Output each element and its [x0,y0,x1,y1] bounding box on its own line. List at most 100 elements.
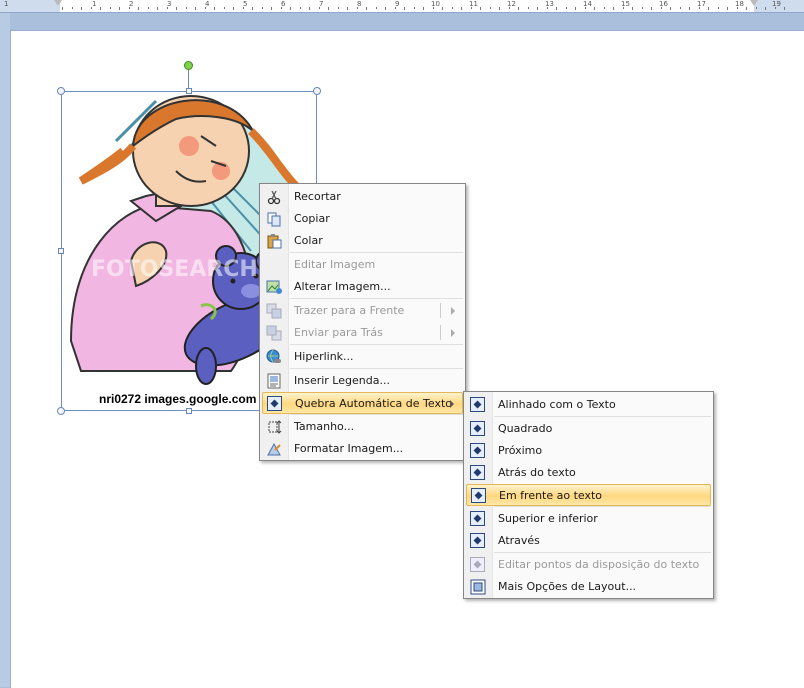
submenu-item-editar-pontos[interactable]: Editar pontos da disposição do texto [466,554,711,576]
inline-with-text-icon [470,397,485,412]
menu-item-enviar-para-tras[interactable]: Enviar para Trás [262,322,463,344]
ruler-tick [623,7,624,9]
ruler-tick [604,7,605,9]
ruler-tick [746,7,747,10]
resize-handle-top-right[interactable] [313,87,321,95]
text-wrap-icon [267,396,282,411]
ruler-tick [461,7,462,10]
menu-item-recortar[interactable]: Recortar [262,186,463,208]
submenu-item-atraves[interactable]: Através [466,530,711,552]
right-indent-marker[interactable] [750,0,758,6]
ruler-tick [537,7,538,10]
ruler-tick [214,7,215,10]
ruler-tick [205,7,206,9]
bring-to-front-icon [266,303,282,319]
paste-icon [267,234,282,249]
submenu-item-label: Atrás do texto [498,466,576,479]
ruler-tick [243,7,244,9]
ruler-tick [110,7,111,9]
tight-wrap-icon [470,443,485,458]
menu-item-editar-imagem[interactable]: Editar Imagem [262,254,463,276]
ruler-tick [281,7,282,9]
submenu-arrow-icon [451,307,455,315]
menu-item-quebra-automatica-de-texto[interactable]: Quebra Automática de Texto [262,392,463,414]
submenu-item-superior-e-inferior[interactable]: Superior e inferior [466,508,711,530]
ruler-tick [727,7,728,10]
ruler-tick [556,7,557,10]
menu-item-tamanho[interactable]: Tamanho... [262,416,463,438]
ruler-tick [509,7,510,9]
ruler-tick [300,7,301,9]
submenu-item-label: Editar pontos da disposição do texto [498,558,700,571]
ruler-tick [737,7,738,9]
square-wrap-icon [470,421,485,436]
resize-handle-bottom-left[interactable] [57,407,65,415]
menu-item-inserir-legenda[interactable]: Inserir Legenda... [262,370,463,392]
menu-item-alterar-imagem[interactable]: Alterar Imagem... [262,276,463,298]
ruler-tick [233,7,234,10]
menu-item-label: Hiperlink... [294,350,354,363]
resize-handle-bottom[interactable] [186,408,192,414]
submenu-item-em-frente-ao-texto[interactable]: Em frente ao texto [466,484,711,506]
horizontal-ruler[interactable]: 1 1 2 3 4 5 6 7 8 9 10 11 12 13 14 15 16… [0,0,804,13]
menu-item-label: Trazer para a Frente [294,304,405,317]
context-menu: Recortar Copiar Colar Editar Imagem Alte… [259,183,466,461]
in-front-of-text-icon [471,488,486,503]
menu-item-label: Formatar Imagem... [294,442,404,455]
menu-item-label: Alterar Imagem... [294,280,391,293]
menu-item-formatar-imagem[interactable]: Formatar Imagem... [262,438,463,460]
ruler-tick [224,7,225,9]
menu-item-label: Enviar para Trás [294,326,383,339]
ruler-tick [594,7,595,10]
menu-item-label: Inserir Legenda... [294,374,390,387]
ruler-tick [756,7,757,9]
ruler-tick [366,7,367,10]
ruler-tick [138,7,139,10]
ruler-tick [252,7,253,10]
submenu-item-atras-do-texto[interactable]: Atrás do texto [466,462,711,484]
ruler-tick [490,7,491,9]
ruler-tick [708,7,709,10]
menu-item-colar[interactable]: Colar [262,230,463,252]
top-and-bottom-icon [470,511,485,526]
resize-handle-left[interactable] [58,248,64,254]
text-wrap-submenu: Alinhado com o Texto Quadrado Próximo At… [463,391,714,599]
ruler-tick [642,7,643,9]
ruler-tick [319,7,320,9]
indent-marker[interactable] [54,0,62,6]
ruler-tick [129,7,130,9]
ruler-tick [100,7,101,10]
submenu-item-label: Em frente ao texto [499,489,603,502]
menu-item-label: Tamanho... [294,420,355,433]
submenu-item-label: Através [498,534,540,547]
menu-item-label: Editar Imagem [294,258,376,271]
ruler-tick [404,7,405,10]
ruler-tick [718,7,719,9]
rotation-handle[interactable] [184,61,193,70]
ruler-tick [157,7,158,10]
menu-item-copiar[interactable]: Copiar [262,208,463,230]
format-picture-icon [267,442,281,456]
menu-item-hiperlink[interactable]: Hiperlink... [262,346,463,368]
ruler-tick [338,7,339,9]
ruler-number: 19 [772,0,781,8]
submenu-item-quadrado[interactable]: Quadrado [466,418,711,440]
resize-handle-top-left[interactable] [57,87,65,95]
ruler-tick [186,7,187,9]
ruler-tick [651,7,652,10]
submenu-item-proximo[interactable]: Próximo [466,440,711,462]
menu-item-trazer-para-a-frente[interactable]: Trazer para a Frente [262,300,463,322]
ruler-tick [499,7,500,10]
ruler-tick [575,7,576,10]
ruler-tick [775,7,776,9]
caption-icon [267,373,281,389]
ruler-tick [632,7,633,10]
resize-handle-top[interactable] [186,88,192,94]
ruler-tick [395,7,396,9]
menu-item-label: Quebra Automática de Texto [295,397,453,410]
ruler-tick [262,7,263,9]
layout-options-icon [470,579,486,595]
submenu-item-mais-opcoes-de-layout[interactable]: Mais Opções de Layout... [466,576,711,598]
submenu-item-alinhado-com-o-texto[interactable]: Alinhado com o Texto [466,394,711,416]
ruler-tick [765,7,766,10]
